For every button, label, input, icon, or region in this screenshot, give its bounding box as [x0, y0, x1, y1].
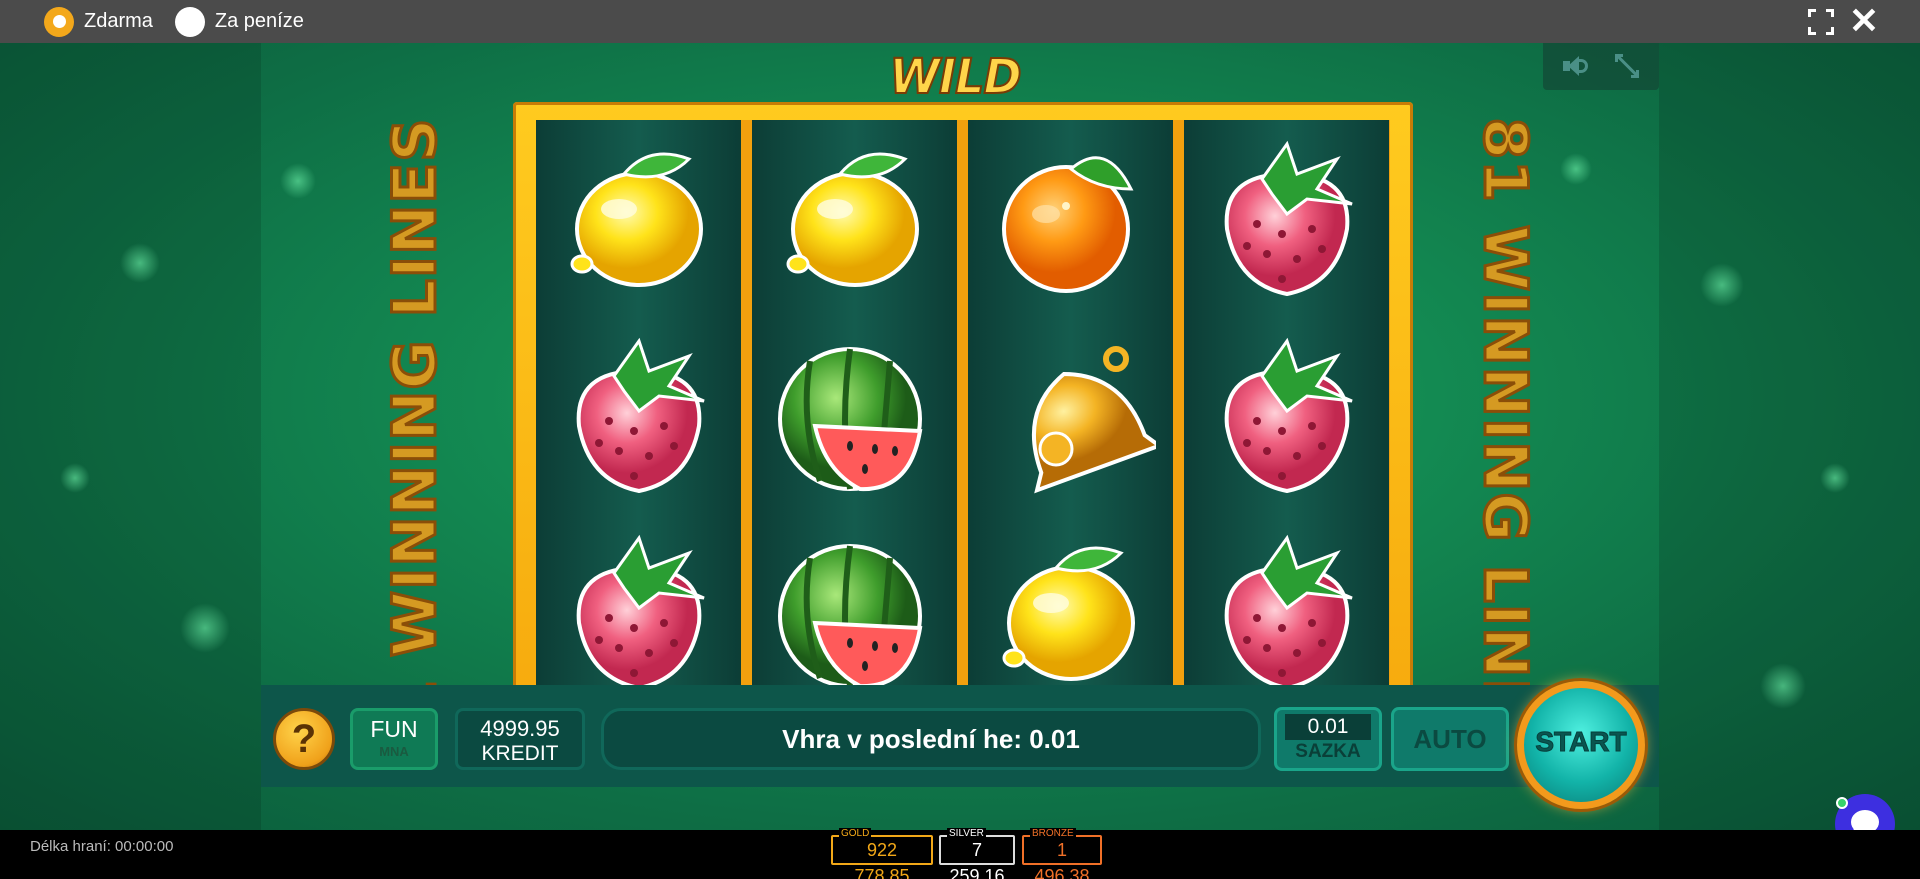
bell-icon: [986, 331, 1156, 501]
lemon-symbol: [536, 120, 741, 317]
reel-2: [752, 120, 957, 712]
last-win-display: Vhra v poslední he: 0.01: [601, 708, 1261, 770]
strawberry-symbol: [1184, 120, 1389, 317]
bokeh-light: [280, 163, 316, 199]
bet-value: 0.01: [1285, 714, 1371, 740]
bell-symbol: [968, 317, 1173, 514]
jackpot-bronze: BRONZE 1 496,38: [1022, 828, 1102, 879]
game-logo: WILD FRUITS 81: [820, 47, 1090, 162]
start-button[interactable]: START: [1517, 681, 1645, 809]
speaker-icon[interactable]: [1563, 54, 1589, 78]
strawberry-icon: [1202, 134, 1372, 304]
bet-button[interactable]: 0.01 SAZKA: [1274, 707, 1382, 771]
bokeh-light: [180, 603, 230, 653]
strawberry-icon: [1202, 331, 1372, 501]
fun-sub-label: MNA: [379, 744, 409, 759]
left-backdrop: [0, 43, 261, 830]
lemon-icon: [770, 134, 940, 304]
bet-label: SAZKA: [1295, 741, 1361, 762]
jackpot-silver-label: SILVER: [947, 828, 986, 840]
lemon-icon: [986, 528, 1156, 698]
jackpot-silver: SILVER 7 259,16: [939, 828, 1015, 879]
credit-value: 4999.95: [480, 716, 560, 741]
jackpot-silver-value: 7 259,16: [949, 840, 1005, 879]
fullscreen-icon[interactable]: [1808, 9, 1834, 35]
mode-free-option[interactable]: Zdarma: [44, 6, 153, 37]
right-backdrop: [1659, 43, 1920, 830]
lemon-symbol: [752, 120, 957, 317]
orange-symbol: [968, 120, 1173, 317]
strawberry-icon: [554, 528, 724, 698]
strawberry-symbol: [1184, 514, 1389, 711]
mode-money-option[interactable]: Za peníze: [174, 6, 304, 37]
game-page: Zdarma Za peníze ✕ WILD 81 WINNING LINES…: [0, 0, 1920, 879]
winning-lines-banner-right: 81 WINNING LINES: [1469, 116, 1542, 766]
bokeh-light: [120, 243, 160, 283]
strawberry-symbol: [536, 317, 741, 514]
auto-button[interactable]: AUTO: [1391, 707, 1509, 771]
expand-icon[interactable]: [1615, 54, 1639, 78]
reels: [536, 120, 1390, 712]
reel-4: [1184, 120, 1389, 712]
lemon-icon: [554, 134, 724, 304]
top-bar: Zdarma Za peníze ✕: [0, 0, 1920, 43]
radio-unselected-icon[interactable]: [174, 6, 205, 37]
help-button[interactable]: ?: [273, 708, 335, 770]
watermelon-icon: [770, 528, 940, 698]
bokeh-light: [1760, 663, 1806, 709]
bokeh-light: [1820, 463, 1850, 493]
radio-selected-icon[interactable]: [44, 6, 74, 37]
credit-label: KREDIT: [481, 742, 559, 765]
play-time: Délka hraní: 00:00:00: [30, 838, 174, 855]
strawberry-symbol: [536, 514, 741, 711]
jackpot-gold-label: GOLD: [839, 828, 872, 840]
jackpot-gold-value: 922 778,85: [854, 840, 910, 879]
watermelon-symbol: [752, 317, 957, 514]
lemon-symbol: [968, 514, 1173, 711]
bokeh-light: [1560, 153, 1592, 185]
online-status-icon: [1836, 797, 1848, 809]
reel-1: [536, 120, 741, 712]
fun-mode-button[interactable]: FUN MNA: [350, 708, 438, 770]
bokeh-light: [60, 463, 90, 493]
credit-display: 4999.95 KREDIT: [455, 708, 585, 770]
jackpot-gold: GOLD 922 778,85: [831, 828, 933, 879]
jackpot-bronze-value: 1 496,38: [1034, 840, 1090, 879]
bokeh-light: [1700, 263, 1744, 307]
audio-view-controls: [1543, 43, 1659, 90]
fun-label: FUN: [370, 716, 418, 742]
orange-icon: [986, 134, 1156, 304]
winning-lines-banner-left: 81 WINNING LINES: [379, 116, 452, 766]
mode-free-label: Zdarma: [84, 10, 153, 32]
strawberry-icon: [554, 331, 724, 501]
reel-3: [968, 120, 1173, 712]
bottom-bar: Délka hraní: 00:00:00 GOLD 922 778,85 SI…: [0, 828, 1920, 879]
watermelon-symbol: [752, 514, 957, 711]
mode-money-label: Za peníze: [214, 10, 304, 32]
strawberry-symbol: [1184, 317, 1389, 514]
watermelon-icon: [770, 331, 940, 501]
jackpot-bronze-label: BRONZE: [1030, 828, 1076, 840]
strawberry-icon: [1202, 528, 1372, 698]
reel-frame: [513, 102, 1413, 731]
close-icon[interactable]: ✕: [1848, 3, 1880, 39]
